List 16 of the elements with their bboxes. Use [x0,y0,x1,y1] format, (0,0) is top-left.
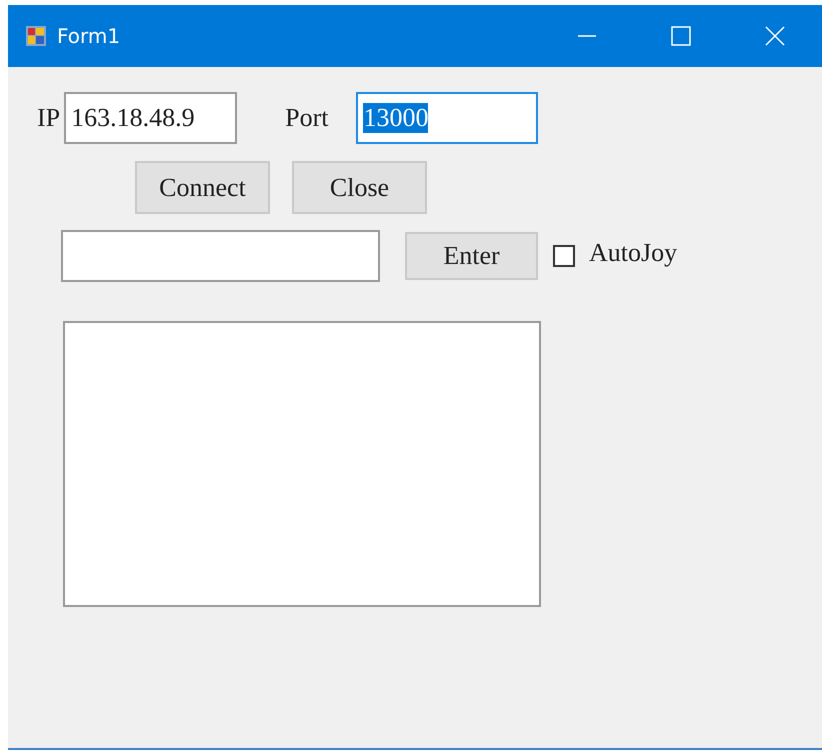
ip-field[interactable]: 163.18.48.9 [64,92,238,144]
app-icon [25,25,47,47]
port-field[interactable]: 13000 [356,92,538,144]
ip-label: IP [37,103,60,133]
minimize-icon [578,35,596,37]
maximize-icon [670,25,692,47]
autojoy-label: AutoJoy [589,238,678,268]
port-label: Port [285,103,328,133]
command-field[interactable] [61,230,380,282]
log-textbox[interactable] [63,321,541,607]
form-button[interactable]: Connect [135,161,270,214]
window-title: Form1 [57,24,120,48]
close-icon [764,25,786,47]
autojoy-checkbox[interactable] [553,245,575,267]
form-button[interactable]: Close [292,161,427,214]
enter-button[interactable]: Enter [405,232,538,280]
